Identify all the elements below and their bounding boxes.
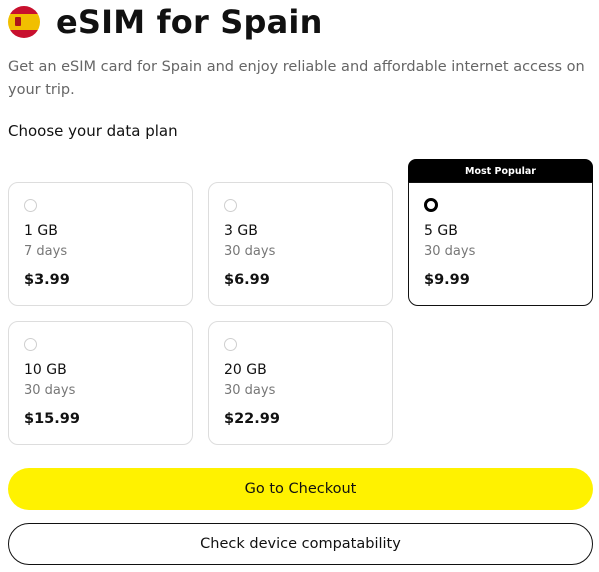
page-description: Get an eSIM card for Spain and enjoy rel… — [8, 59, 585, 98]
plan-radio[interactable] — [24, 199, 37, 212]
plan-data-amount: 1 GB — [24, 223, 58, 239]
page-header: eSIM for Spain — [8, 2, 323, 42]
check-compatibility-button[interactable]: Check device compatability — [8, 523, 593, 565]
plan-card-3gb[interactable]: 3 GB 30 days $6.99 — [208, 182, 393, 306]
plan-duration: 30 days — [424, 244, 476, 259]
plan-duration: 30 days — [24, 383, 76, 398]
page-title: eSIM for Spain — [56, 3, 323, 41]
plan-radio-selected[interactable] — [424, 198, 438, 212]
section-label: Choose your data plan — [8, 122, 178, 140]
plan-duration: 7 days — [24, 244, 68, 259]
plan-data-amount: 10 GB — [24, 362, 67, 378]
plan-price: $15.99 — [24, 411, 80, 427]
plan-radio[interactable] — [224, 199, 237, 212]
plan-data-amount: 20 GB — [224, 362, 267, 378]
plan-price: $6.99 — [224, 272, 270, 288]
plan-duration: 30 days — [224, 383, 276, 398]
plan-card-10gb[interactable]: 10 GB 30 days $15.99 — [8, 321, 193, 445]
plan-price: $9.99 — [424, 272, 470, 288]
plan-radio[interactable] — [224, 338, 237, 351]
plan-radio[interactable] — [24, 338, 37, 351]
checkout-button[interactable]: Go to Checkout — [8, 468, 593, 510]
plan-card-20gb[interactable]: 20 GB 30 days $22.99 — [208, 321, 393, 445]
plan-data-amount: 3 GB — [224, 223, 258, 239]
spain-flag-icon — [8, 6, 40, 38]
plan-card-5gb[interactable]: 5 GB 30 days $9.99 — [408, 182, 593, 306]
plan-price: $22.99 — [224, 411, 280, 427]
most-popular-badge: Most Popular — [408, 159, 593, 183]
plan-card-1gb[interactable]: 1 GB 7 days $3.99 — [8, 182, 193, 306]
plan-price: $3.99 — [24, 272, 70, 288]
plan-duration: 30 days — [224, 244, 276, 259]
plan-data-amount: 5 GB — [424, 223, 458, 239]
